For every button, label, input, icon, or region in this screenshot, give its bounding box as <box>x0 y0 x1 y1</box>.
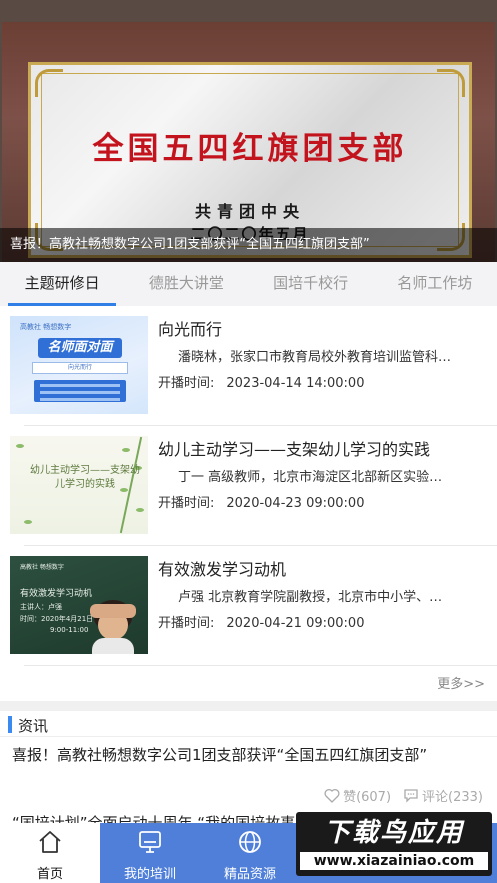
plaque-title: 全国五四红旗团支部 <box>92 131 408 167</box>
like-count: 赞(607) <box>343 790 392 805</box>
section-marker <box>8 716 12 733</box>
heart-icon <box>324 788 340 803</box>
course-description: 潘晓林，张家口市教育局校外教育培训监管科… <box>178 350 452 365</box>
category-tabs: 主题研修日 德胜大讲堂 国培千校行 名师工作坊 <box>0 262 497 306</box>
time-label: 开播时间: <box>158 496 215 511</box>
more-link[interactable]: 更多>> <box>437 673 485 692</box>
leaf-decoration <box>16 444 24 448</box>
course-description: 卢强 北京教育学院副教授，北京市中小学、… <box>178 590 443 605</box>
time-value: 2020-04-23 09:00:00 <box>226 496 365 511</box>
thumb-logo: 高教社 畅想数字 <box>20 564 64 571</box>
plaque-frame-image: 全国五四红旗团支部 共青团中央 二〇二〇年五月 <box>2 22 495 262</box>
tab-national-training-schools[interactable]: 国培千校行 <box>249 262 373 306</box>
time-label: 开播时间: <box>158 616 215 631</box>
nav-my-training[interactable]: 我的培训 <box>100 823 200 883</box>
divider <box>0 736 497 737</box>
thumb-title: 幼儿主动学习——支架幼儿学习的实践 <box>30 465 140 490</box>
course-item[interactable]: 高教社 畅想数字 名师面对面 向光而行 向光而行 潘晓林，张家口市教育局校外教育… <box>0 306 497 426</box>
thumb-logo: 高教社 畅想数字 <box>20 323 72 331</box>
thinking-student-illustration <box>90 600 136 654</box>
news-item-title[interactable]: 喜报！高教社畅想数字公司1团支部获评“全国五四红旗团支部” <box>12 744 427 765</box>
news-section-header: 资讯 <box>0 711 497 737</box>
watermark: 下载鸟应用 www.xiazainiao.com <box>296 812 492 876</box>
plaque-corner-ornament <box>35 69 63 97</box>
tab-master-teacher-workshop[interactable]: 名师工作坊 <box>373 262 497 306</box>
thumb-time: 9:00-11:00 <box>50 626 89 634</box>
section-gap <box>0 701 497 711</box>
nav-home[interactable]: 首页 <box>0 823 100 883</box>
time-value: 2023-04-14 14:00:00 <box>226 376 365 391</box>
nav-label: 首页 <box>36 867 63 882</box>
course-title[interactable]: 向光而行 <box>158 316 222 340</box>
course-title[interactable]: 有效激发学习动机 <box>158 556 286 580</box>
leaf-decoration <box>136 508 144 512</box>
comment-button[interactable]: 评论(233) <box>403 786 483 805</box>
plaque-org: 共青团中央 <box>194 202 305 221</box>
news-item-meta: 赞(607) 评论(233) <box>324 786 483 805</box>
thumb-subtitle: 向光而行 <box>32 362 128 374</box>
home-icon <box>39 831 61 853</box>
watermark-title: 下载鸟应用 <box>323 818 464 848</box>
course-start-time: 开播时间: 2023-04-14 14:00:00 <box>158 372 364 391</box>
course-item[interactable]: 高教社 畅想数字 有效激发学习动机 主讲人：卢强 时间：2020年4月21日 9… <box>0 546 497 666</box>
nav-label: 精品资源 <box>223 867 276 882</box>
news-banner[interactable]: 全国五四红旗团支部 共青团中央 二〇二〇年五月 喜报！高教社畅想数字公司1团支部… <box>0 0 497 262</box>
comment-icon <box>404 789 418 803</box>
tab-theme-study-day[interactable]: 主题研修日 <box>0 262 124 306</box>
news-section-title: 资讯 <box>18 717 49 735</box>
course-title[interactable]: 幼儿主动学习——支架幼儿学习的实践 <box>158 436 430 460</box>
course-thumbnail[interactable]: 高教社 畅想数字 名师面对面 向光而行 <box>10 316 148 414</box>
thumb-speaker: 主讲人：卢强 <box>20 603 62 611</box>
course-item[interactable]: 幼儿主动学习——支架幼儿学习的实践 幼儿主动学习——支架幼儿学习的实践 丁一 高… <box>0 426 497 546</box>
course-thumbnail[interactable]: 幼儿主动学习——支架幼儿学习的实践 <box>10 436 148 534</box>
thumb-info-card <box>34 380 126 402</box>
nav-label: 我的培训 <box>123 867 176 882</box>
nav-resources[interactable]: 精品资源 <box>200 823 300 883</box>
thumb-headline: 有效激发学习动机 <box>20 589 93 599</box>
banner-caption[interactable]: 喜报！高教社畅想数字公司1团支部获评“全国五四红旗团支部” <box>0 228 497 262</box>
plaque-corner-ornament <box>437 69 465 97</box>
monitor-icon <box>139 831 161 853</box>
thumb-headline: 名师面对面 <box>38 338 122 358</box>
thumb-date: 时间：2020年4月21日 <box>20 615 94 623</box>
leaf-decoration <box>24 520 32 524</box>
tab-desheng-lecture[interactable]: 德胜大讲堂 <box>124 262 248 306</box>
divider <box>24 665 497 666</box>
time-label: 开播时间: <box>158 376 215 391</box>
like-button[interactable]: 赞(607) <box>324 786 391 805</box>
course-description: 丁一 高级教师，北京市海淀区北部新区实验… <box>178 470 443 485</box>
globe-icon <box>239 831 261 853</box>
course-thumbnail[interactable]: 高教社 畅想数字 有效激发学习动机 主讲人：卢强 时间：2020年4月21日 9… <box>10 556 148 654</box>
course-start-time: 开播时间: 2020-04-21 09:00:00 <box>158 612 364 631</box>
comment-count: 评论(233) <box>422 790 483 805</box>
course-start-time: 开播时间: 2020-04-23 09:00:00 <box>158 492 364 511</box>
watermark-url: www.xiazainiao.com <box>300 852 488 870</box>
leaf-decoration <box>122 448 130 452</box>
time-value: 2020-04-21 09:00:00 <box>226 616 365 631</box>
